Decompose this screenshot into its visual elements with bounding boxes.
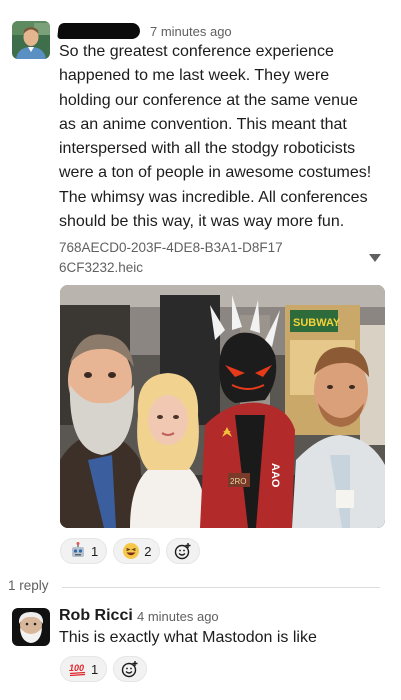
message-text: So the greatest conference experience ha…	[59, 43, 372, 231]
message-timestamp[interactable]: 7 minutes ago	[150, 24, 232, 39]
reply-text: This is exactly what Mastodon is like	[59, 629, 317, 646]
hundred-emoji-icon: 100	[69, 663, 86, 677]
add-reaction-button[interactable]	[166, 538, 201, 564]
reply-timestamp[interactable]: 4 minutes ago	[137, 609, 219, 624]
laughing-emoji-icon	[123, 543, 140, 559]
reply-reactions: 100 1	[60, 656, 148, 682]
add-emoji-icon	[122, 661, 138, 678]
add-reaction-button[interactable]	[113, 656, 148, 682]
reaction-laughing[interactable]: 2	[113, 538, 161, 564]
attachment-file-name[interactable]: 768AECD0-203F-4DE8-B3A1-D8F176CF3232.hei…	[59, 238, 289, 278]
message-reactions: 1 2	[60, 538, 201, 564]
reply-author-name[interactable]: Rob Ricci	[59, 607, 133, 625]
author-name-redacted[interactable]	[57, 23, 141, 39]
costume-tag: 2RO	[230, 477, 246, 486]
message-header: 7 minutes ago	[57, 20, 232, 42]
costume-text: AAO	[269, 463, 281, 488]
reaction-count: 1	[91, 543, 99, 559]
collapse-attachment-icon[interactable]	[368, 253, 382, 263]
thread-divider	[62, 587, 380, 588]
add-emoji-icon	[175, 543, 191, 560]
subway-sign: SUBWAY	[293, 317, 341, 329]
reaction-hundred[interactable]: 100 1	[60, 656, 108, 682]
reply-count[interactable]: 1 reply	[8, 578, 49, 593]
reaction-count: 2	[144, 543, 152, 559]
author-avatar[interactable]	[12, 21, 50, 59]
attachment-photo[interactable]: SUBWAY 2RO AAO	[60, 285, 385, 528]
svg-text:100: 100	[69, 663, 84, 673]
reaction-robot[interactable]: 1	[60, 538, 108, 564]
reaction-count: 1	[91, 661, 99, 677]
robot-emoji-icon	[72, 542, 84, 557]
reply-author-avatar[interactable]	[12, 608, 50, 646]
